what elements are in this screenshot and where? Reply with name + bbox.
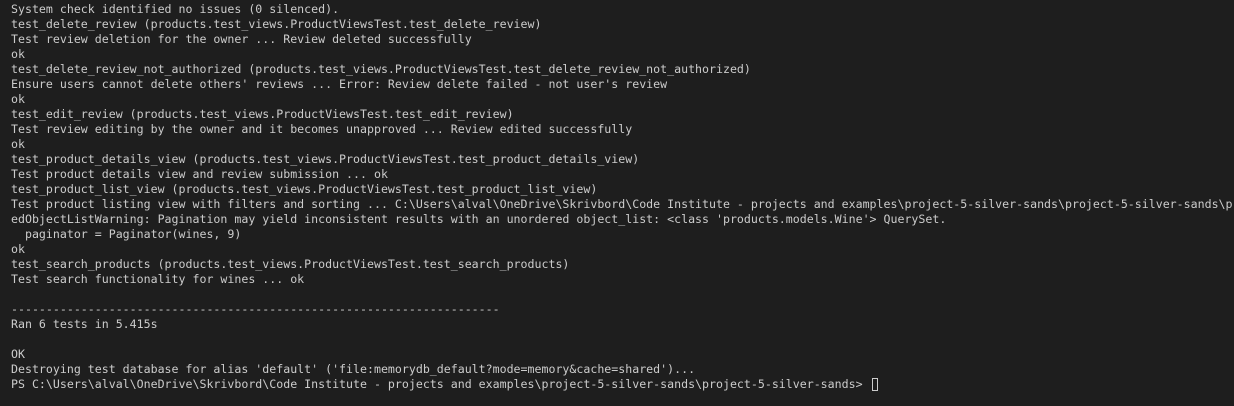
- test-result-line: ok: [11, 137, 25, 151]
- warning-line: edObjectListWarning: Pagination may yiel…: [11, 212, 947, 226]
- terminal-output[interactable]: System check identified no issues (0 sil…: [0, 0, 1234, 406]
- test-name-line: test_product_details_view (products.test…: [11, 152, 640, 166]
- test-description-line: Test review deletion for the owner ... R…: [11, 32, 472, 46]
- test-result-line: ok: [11, 242, 25, 256]
- test-description-line: Test search functionality for wines ... …: [11, 272, 305, 286]
- test-result-line: ok: [11, 92, 25, 106]
- shell-prompt: PS C:\Users\alval\OneDrive\Skrivbord\Cod…: [11, 377, 870, 391]
- separator-line: ----------------------------------------…: [11, 302, 500, 316]
- test-name-line: test_product_list_view (products.test_vi…: [11, 182, 598, 196]
- test-summary-line: Ran 6 tests in 5.415s: [11, 317, 158, 331]
- text-cursor: [871, 378, 878, 391]
- test-name-line: test_delete_review_not_authorized (produ…: [11, 62, 751, 76]
- test-description-line: Ensure users cannot delete others' revie…: [11, 77, 668, 91]
- test-status-line: OK: [11, 347, 25, 361]
- test-description-line: Test product listing view with filters a…: [11, 197, 1234, 211]
- test-description-line: Test review editing by the owner and it …: [11, 122, 633, 136]
- test-name-line: test_delete_review (products.test_views.…: [11, 17, 542, 31]
- prompt-line[interactable]: PS C:\Users\alval\OneDrive\Skrivbord\Cod…: [11, 377, 1234, 392]
- warning-code-line: paginator = Paginator(wines, 9): [11, 227, 242, 241]
- test-name-line: test_search_products (products.test_view…: [11, 257, 570, 271]
- destroy-database-line: Destroying test database for alias 'defa…: [11, 362, 696, 376]
- system-check-line: System check identified no issues (0 sil…: [11, 2, 340, 16]
- test-description-line: Test product details view and review sub…: [11, 167, 388, 181]
- test-name-line: test_edit_review (products.test_views.Pr…: [11, 107, 514, 121]
- test-result-line: ok: [11, 47, 25, 61]
